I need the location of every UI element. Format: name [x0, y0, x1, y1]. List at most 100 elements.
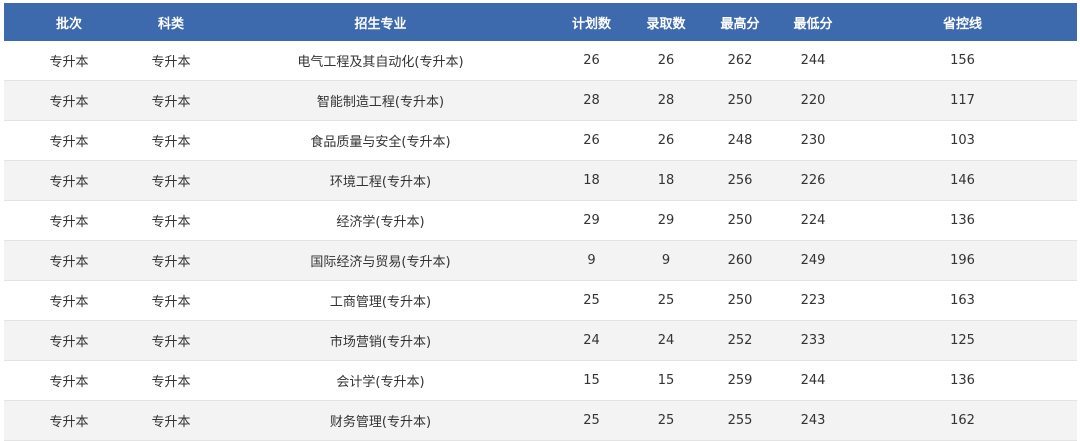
cell-min-score: 226 [778, 160, 848, 201]
header-plan-count: 计划数 [553, 3, 630, 41]
cell-max-score: 262 [702, 41, 778, 81]
table-row: 专升本 专升本 经济学(专升本) 29 29 250 224 136 [4, 200, 1077, 241]
cell-plan-count: 18 [553, 160, 630, 201]
cell-min-score: 223 [778, 280, 848, 321]
cell-admit-count: 25 [630, 400, 702, 441]
cell-category: 专升本 [134, 41, 208, 81]
table-row: 专升本 专升本 国际经济与贸易(专升本) 9 9 260 249 196 [4, 240, 1077, 281]
cell-control-line: 125 [848, 320, 1077, 361]
cell-major: 市场营销(专升本) [208, 320, 553, 361]
cell-batch: 专升本 [4, 400, 134, 441]
cell-admit-count: 25 [630, 280, 702, 321]
cell-min-score: 244 [778, 360, 848, 401]
table-row: 专升本 专升本 智能制造工程(专升本) 28 28 250 220 117 [4, 80, 1077, 121]
cell-admit-count: 24 [630, 320, 702, 361]
cell-admit-count: 18 [630, 160, 702, 201]
cell-major: 财务管理(专升本) [208, 400, 553, 441]
cell-plan-count: 26 [553, 41, 630, 81]
cell-category: 专升本 [134, 160, 208, 201]
cell-batch: 专升本 [4, 200, 134, 241]
cell-control-line: 136 [848, 200, 1077, 241]
cell-control-line: 146 [848, 160, 1077, 201]
cell-min-score: 243 [778, 400, 848, 441]
cell-min-score: 233 [778, 320, 848, 361]
cell-plan-count: 26 [553, 120, 630, 161]
cell-min-score: 224 [778, 200, 848, 241]
cell-admit-count: 29 [630, 200, 702, 241]
cell-min-score: 230 [778, 120, 848, 161]
cell-admit-count: 9 [630, 240, 702, 281]
cell-plan-count: 25 [553, 280, 630, 321]
cell-batch: 专升本 [4, 80, 134, 121]
cell-batch: 专升本 [4, 120, 134, 161]
header-control-line: 省控线 [848, 3, 1077, 41]
cell-category: 专升本 [134, 80, 208, 121]
cell-plan-count: 29 [553, 200, 630, 241]
cell-control-line: 117 [848, 80, 1077, 121]
cell-control-line: 103 [848, 120, 1077, 161]
cell-category: 专升本 [134, 320, 208, 361]
cell-min-score: 220 [778, 80, 848, 121]
cell-control-line: 196 [848, 240, 1077, 281]
cell-admit-count: 28 [630, 80, 702, 121]
cell-max-score: 248 [702, 120, 778, 161]
table-row: 专升本 专升本 市场营销(专升本) 24 24 252 233 125 [4, 320, 1077, 361]
cell-max-score: 252 [702, 320, 778, 361]
cell-category: 专升本 [134, 280, 208, 321]
table-row: 专升本 专升本 电气工程及其自动化(专升本) 26 26 262 244 156 [4, 41, 1077, 81]
cell-min-score: 244 [778, 41, 848, 81]
cell-max-score: 250 [702, 80, 778, 121]
cell-category: 专升本 [134, 400, 208, 441]
header-admit-count: 录取数 [630, 3, 702, 41]
table-row: 专升本 专升本 食品质量与安全(专升本) 26 26 248 230 103 [4, 120, 1077, 161]
header-major: 招生专业 [208, 3, 553, 41]
cell-plan-count: 24 [553, 320, 630, 361]
cell-max-score: 250 [702, 200, 778, 241]
admission-table: 批次 科类 招生专业 计划数 录取数 最高分 最低分 省控线 专升本 专升本 电… [4, 3, 1077, 441]
cell-min-score: 249 [778, 240, 848, 281]
header-batch: 批次 [4, 3, 134, 41]
cell-batch: 专升本 [4, 160, 134, 201]
cell-control-line: 163 [848, 280, 1077, 321]
table-row: 专升本 专升本 会计学(专升本) 15 15 259 244 136 [4, 360, 1077, 401]
table-row: 专升本 专升本 环境工程(专升本) 18 18 256 226 146 [4, 160, 1077, 201]
cell-max-score: 250 [702, 280, 778, 321]
cell-major: 国际经济与贸易(专升本) [208, 240, 553, 281]
cell-max-score: 256 [702, 160, 778, 201]
cell-category: 专升本 [134, 120, 208, 161]
cell-admit-count: 15 [630, 360, 702, 401]
header-max-score: 最高分 [702, 3, 778, 41]
cell-control-line: 162 [848, 400, 1077, 441]
cell-major: 环境工程(专升本) [208, 160, 553, 201]
cell-control-line: 136 [848, 360, 1077, 401]
cell-batch: 专升本 [4, 240, 134, 281]
cell-major: 会计学(专升本) [208, 360, 553, 401]
cell-category: 专升本 [134, 240, 208, 281]
cell-category: 专升本 [134, 360, 208, 401]
cell-batch: 专升本 [4, 41, 134, 81]
header-min-score: 最低分 [778, 3, 848, 41]
table-header-row: 批次 科类 招生专业 计划数 录取数 最高分 最低分 省控线 [4, 3, 1077, 41]
cell-major: 食品质量与安全(专升本) [208, 120, 553, 161]
table-row: 专升本 专升本 工商管理(专升本) 25 25 250 223 163 [4, 280, 1077, 321]
table-row: 专升本 专升本 财务管理(专升本) 25 25 255 243 162 [4, 400, 1077, 441]
cell-batch: 专升本 [4, 320, 134, 361]
header-category: 科类 [134, 3, 208, 41]
cell-plan-count: 15 [553, 360, 630, 401]
admission-table-container: 批次 科类 招生专业 计划数 录取数 最高分 最低分 省控线 专升本 专升本 电… [4, 3, 1077, 441]
cell-max-score: 260 [702, 240, 778, 281]
cell-major: 工商管理(专升本) [208, 280, 553, 321]
cell-batch: 专升本 [4, 280, 134, 321]
cell-major: 电气工程及其自动化(专升本) [208, 41, 553, 81]
cell-plan-count: 9 [553, 240, 630, 281]
cell-major: 智能制造工程(专升本) [208, 80, 553, 121]
cell-control-line: 156 [848, 41, 1077, 81]
cell-major: 经济学(专升本) [208, 200, 553, 241]
cell-batch: 专升本 [4, 360, 134, 401]
cell-admit-count: 26 [630, 120, 702, 161]
cell-plan-count: 25 [553, 400, 630, 441]
cell-max-score: 259 [702, 360, 778, 401]
cell-admit-count: 26 [630, 41, 702, 81]
cell-plan-count: 28 [553, 80, 630, 121]
cell-category: 专升本 [134, 200, 208, 241]
